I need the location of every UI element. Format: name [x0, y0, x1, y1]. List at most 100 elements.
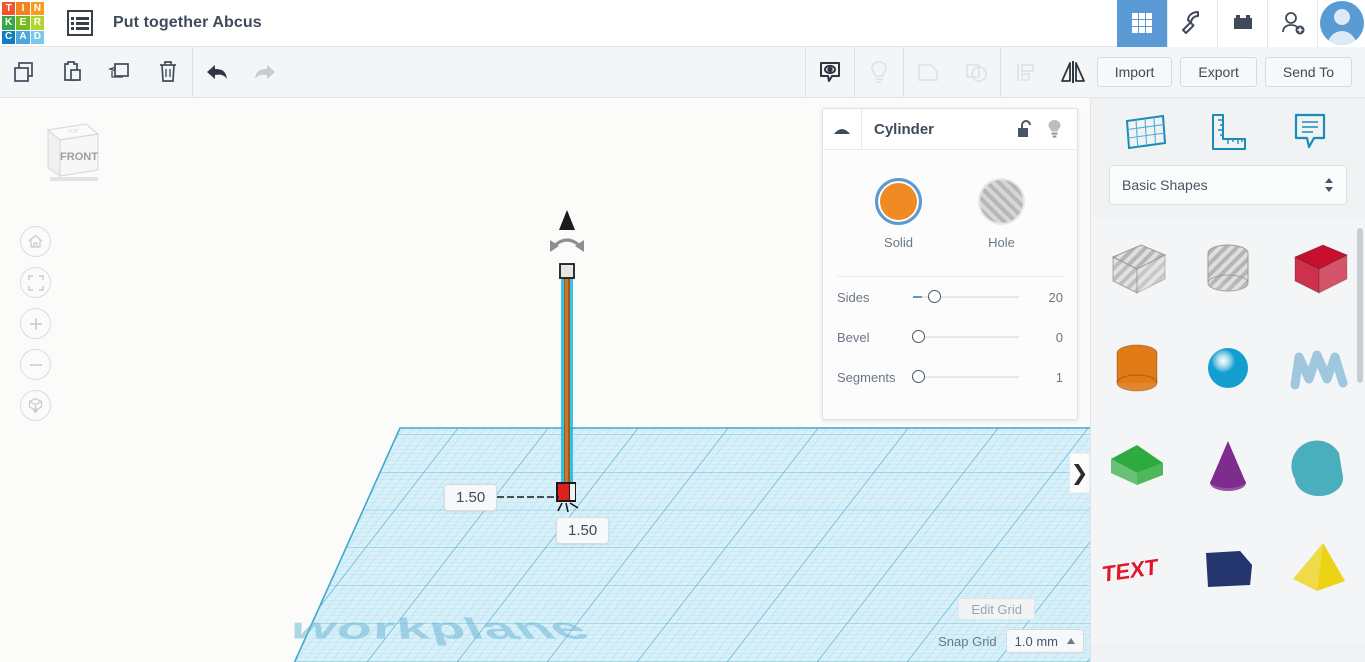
delete-button[interactable] [144, 47, 192, 98]
hole-mode-option[interactable]: Hole [978, 178, 1025, 250]
sidebar-toggle-button[interactable]: ❯ [1070, 453, 1090, 493]
shape-item-cone-purple[interactable] [1182, 418, 1273, 518]
sidebar-scrollbar[interactable] [1357, 228, 1363, 383]
shape-item-sphere-gray[interactable] [1182, 618, 1273, 643]
ungroup-button[interactable] [952, 47, 1000, 98]
slider-line [913, 376, 1019, 378]
move-up-arrow-gizmo [559, 210, 575, 230]
shape-item-cylinder-orange[interactable] [1091, 318, 1182, 418]
shape-item-box-red[interactable] [1274, 218, 1365, 318]
slider-value-segments: 1 [1055, 369, 1063, 385]
main-toolbar: Import Export Send To [0, 46, 1365, 98]
mirror-button[interactable] [1049, 47, 1097, 98]
view-cube[interactable]: FRONT TOP [26, 116, 106, 188]
note-tool[interactable] [1283, 108, 1337, 156]
slider-knob-sides[interactable] [928, 290, 942, 303]
ruler-icon [1212, 113, 1246, 150]
projection-toggle-button[interactable] [20, 390, 51, 421]
paste-icon [64, 61, 81, 81]
copy-button[interactable] [0, 47, 48, 98]
logo-cell-a: A [16, 30, 30, 44]
shape-item-box-hole[interactable] [1091, 218, 1182, 318]
properties-header: Cylinder [823, 109, 1077, 150]
lightbulb-icon[interactable] [1046, 119, 1063, 140]
ruler-tool[interactable] [1201, 108, 1255, 156]
ungroup-shapes-icon [965, 64, 987, 82]
add-person-icon [1281, 12, 1304, 35]
send-to-button[interactable]: Send To [1264, 57, 1352, 87]
dimension-label-x[interactable]: 1.50 [444, 484, 498, 511]
shape-library-grid[interactable]: TEXT [1091, 218, 1365, 643]
shape-item-text-red[interactable]: TEXT [1091, 518, 1182, 618]
slider-track-sides[interactable] [913, 290, 1029, 304]
group-button[interactable] [904, 47, 952, 98]
height-handle [559, 263, 575, 279]
undo-button[interactable] [193, 47, 241, 98]
paste-button[interactable] [48, 47, 96, 98]
solid-mode-option[interactable]: Solid [875, 178, 922, 250]
logo-cell-e: E [16, 16, 30, 30]
shape-item-cylinder-hole[interactable] [1182, 218, 1273, 318]
history-tools-group [193, 47, 289, 98]
mirror-flip-icon [1060, 61, 1085, 83]
shape-category-select[interactable]: Basic Shapes [1109, 165, 1347, 205]
workplane-tool[interactable] [1119, 108, 1173, 156]
tinkercad-logo[interactable]: TINKERCAD [1, 1, 45, 45]
zoom-out-button[interactable] [20, 349, 51, 380]
plus-icon [29, 317, 42, 330]
slider-knob-segments[interactable] [912, 370, 925, 383]
dimension-label-y[interactable]: 1.50 [556, 517, 610, 544]
snap-grid-control: Snap Grid 1.0 mm [938, 629, 1084, 653]
slider-value-sides: 20 [1048, 289, 1063, 305]
shape-item-roof-green[interactable] [1091, 418, 1182, 518]
panel-header-icons [1017, 109, 1077, 149]
slider-label-sides: Sides [837, 289, 870, 305]
invite-button[interactable] [1267, 0, 1317, 47]
category-select-wrap: Basic Shapes [1091, 165, 1365, 205]
slider-track-bevel[interactable] [912, 330, 1029, 344]
slider-list: Sides 20 Bevel 0 Segments 1 [823, 277, 1077, 397]
duplicate-button[interactable] [96, 47, 144, 98]
snap-grid-label: Snap Grid [938, 633, 997, 649]
edit-grid-button[interactable]: Edit Grid [958, 598, 1035, 620]
user-avatar-image [1319, 1, 1364, 45]
document-title[interactable]: Put together Abcus [113, 14, 262, 32]
slider-track-segments[interactable] [912, 370, 1029, 384]
shape-item-polygon-navy[interactable] [1182, 518, 1273, 618]
list-menu-icon[interactable] [67, 10, 93, 36]
blocks-button[interactable] [1217, 0, 1267, 47]
apps-grid-button[interactable] [1117, 0, 1167, 47]
import-button[interactable]: Import [1096, 57, 1173, 87]
workplane-grid-icon [1125, 114, 1167, 149]
hole-label: Hole [988, 235, 1015, 250]
fit-to-view-icon [27, 274, 44, 291]
workplane-label: workplane [282, 613, 605, 647]
snap-grid-dropdown[interactable]: 1.0 mm [1005, 629, 1084, 653]
shape-item-shape-partial[interactable] [1274, 618, 1365, 643]
fit-view-button[interactable] [20, 267, 51, 298]
export-button[interactable]: Export [1180, 57, 1257, 87]
unlock-padlock-icon[interactable] [1017, 119, 1034, 139]
header-actions [1117, 0, 1365, 47]
comment-button[interactable] [806, 47, 854, 98]
redo-button[interactable] [241, 47, 289, 98]
shape-properties-panel: Cylinder Solid Hole Sides 20 Bevel 0 Seg… [822, 108, 1078, 420]
shape-item-sphere-blue[interactable] [1182, 318, 1273, 418]
shape-item-polygon-navy-2[interactable] [1091, 618, 1182, 643]
shape-mode-row: Solid Hole [823, 150, 1077, 250]
solid-label: Solid [884, 235, 913, 250]
hole-swatch [978, 178, 1025, 225]
light-button[interactable] [855, 47, 903, 98]
tinker-button[interactable] [1167, 0, 1217, 47]
slider-knob-bevel[interactable] [912, 330, 925, 343]
avatar[interactable] [1317, 0, 1365, 47]
align-icon [1016, 63, 1034, 81]
shape-item-dome-teal[interactable] [1274, 418, 1365, 518]
shape-item-pyramid-yellow[interactable] [1274, 518, 1365, 618]
zoom-in-button[interactable] [20, 308, 51, 339]
selected-object-cylinder[interactable] [530, 208, 640, 518]
shape-item-scribble[interactable] [1274, 318, 1365, 418]
align-button[interactable] [1001, 47, 1049, 98]
panel-collapse-button[interactable] [823, 109, 862, 149]
home-view-button[interactable] [20, 226, 51, 257]
